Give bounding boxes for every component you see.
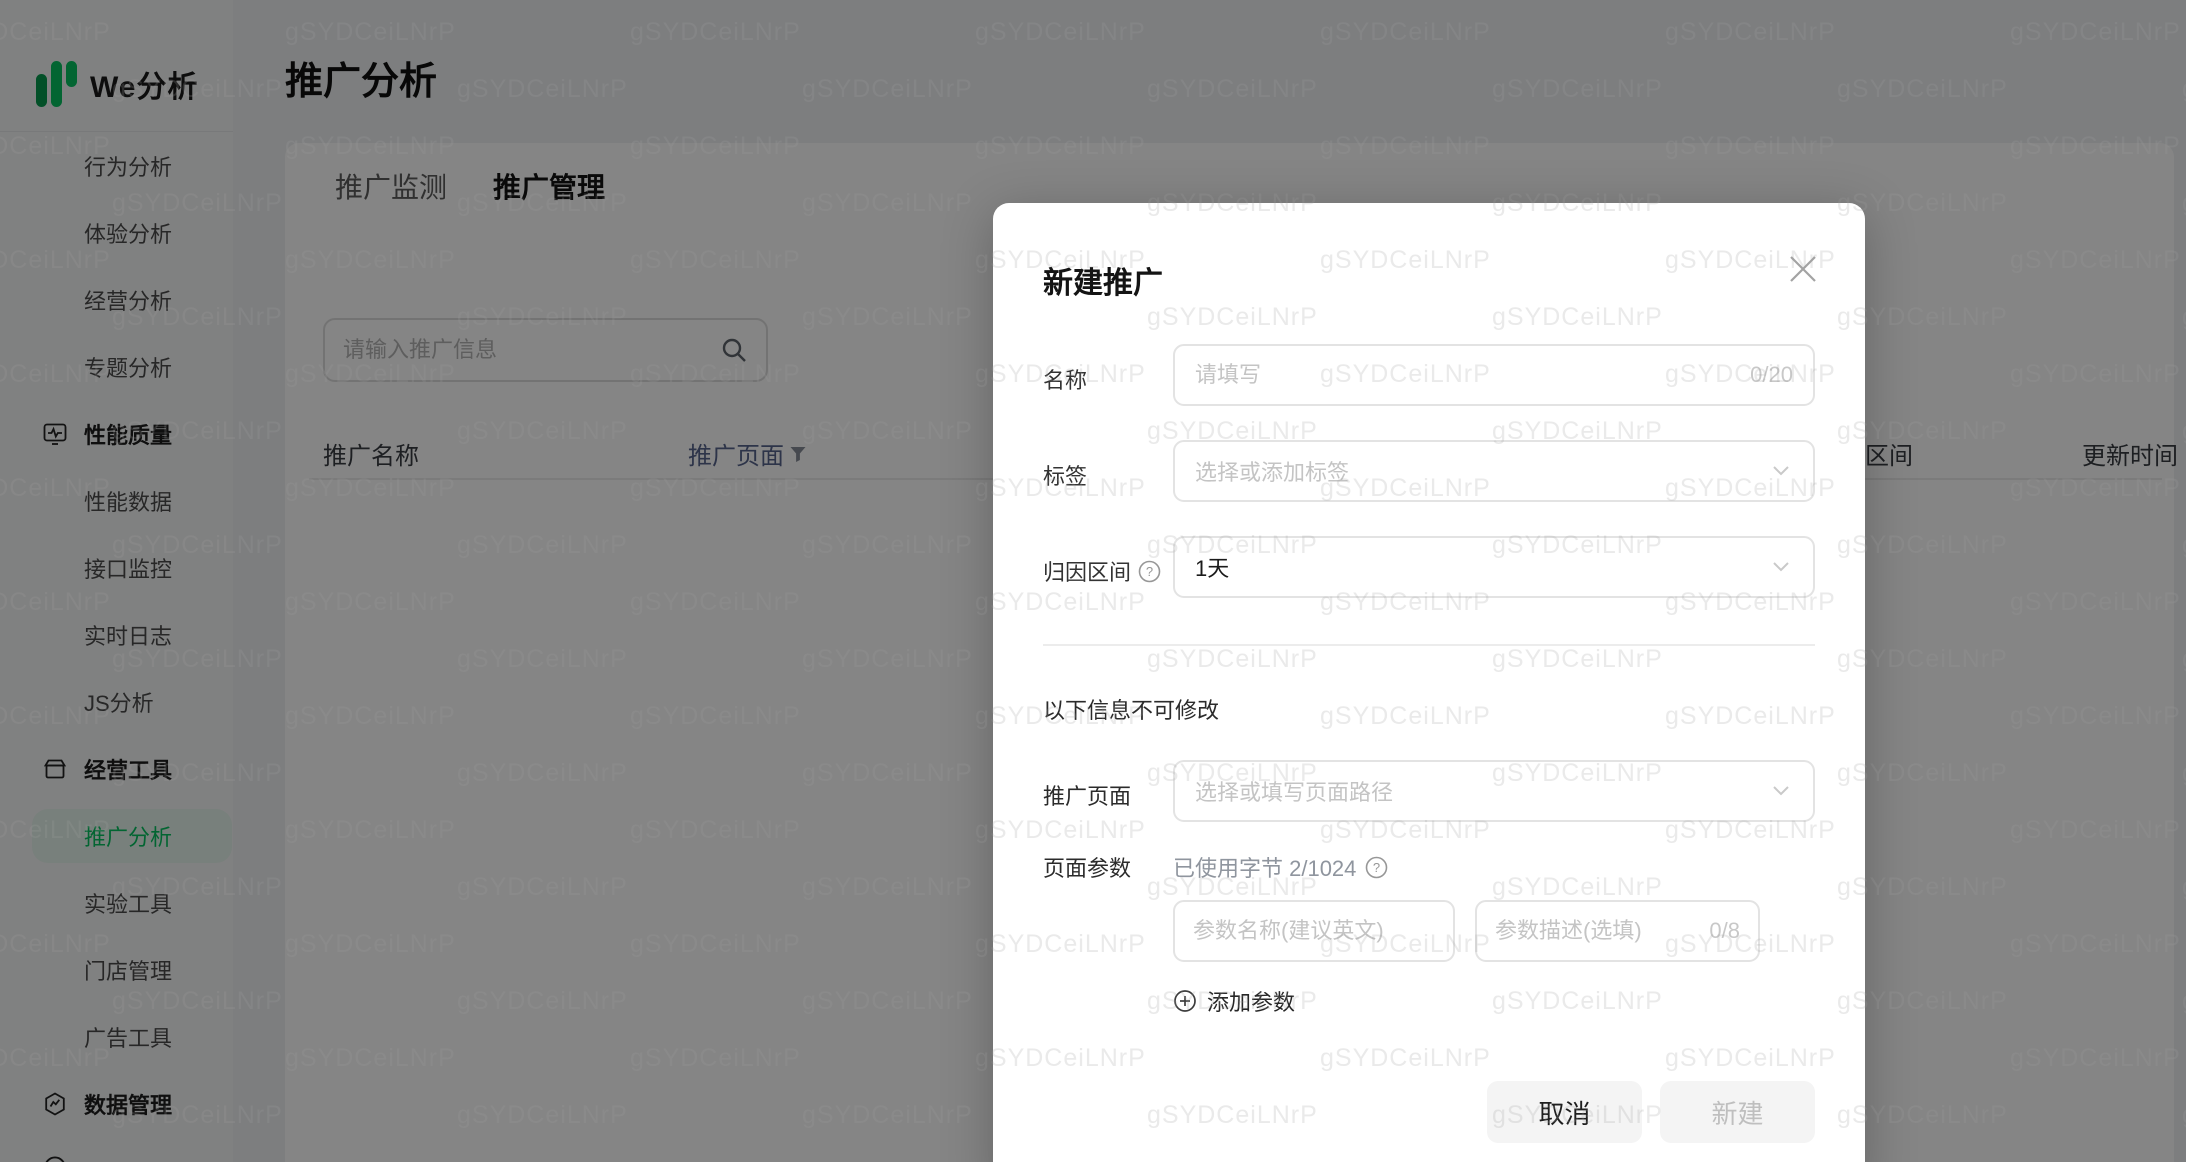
app-window: We分析 行为分析 体验分析 经营分析 专题分析 性能质量 性能数据 接口监控 实时日志 JS分… xyxy=(0,0,2186,1162)
dialog-footer: 取消 新建 xyxy=(1487,1081,1815,1143)
close-icon[interactable] xyxy=(1785,251,1821,287)
page-params-label: 页面参数 xyxy=(1043,856,1132,881)
help-icon[interactable]: ? xyxy=(1138,560,1161,583)
new-promotion-dialog: 新建推广 名称 0/20 标签 选择或添加标签 归因区间 xyxy=(993,203,1865,1162)
create-button[interactable]: 新建 xyxy=(1660,1081,1815,1143)
tag-placeholder: 选择或添加标签 xyxy=(1195,460,1350,485)
dialog-title: 新建推广 xyxy=(1043,267,1163,300)
section-divider xyxy=(1043,644,1815,646)
chevron-down-icon xyxy=(1769,555,1793,579)
chevron-down-icon xyxy=(1769,459,1793,483)
tag-label: 标签 xyxy=(1043,464,1088,489)
param-desc-field: 0/8 xyxy=(1475,900,1760,962)
attribution-label-text: 归因区间 xyxy=(1043,560,1132,585)
char-counter: 0/20 xyxy=(1750,362,1793,387)
add-param-label: 添加参数 xyxy=(1207,990,1296,1015)
promotion-page-label: 推广页面 xyxy=(1043,784,1132,809)
svg-text:?: ? xyxy=(1146,564,1153,579)
help-icon[interactable]: ? xyxy=(1365,856,1388,879)
params-usage: 已使用字节 2/1024 ? xyxy=(1173,851,1388,883)
promotion-page-placeholder: 选择或填写页面路径 xyxy=(1195,780,1394,805)
plus-circle-icon xyxy=(1173,989,1197,1013)
promotion-page-select[interactable]: 选择或填写页面路径 xyxy=(1173,760,1815,822)
name-field: 0/20 xyxy=(1173,344,1815,406)
attribution-select[interactable]: 1天 xyxy=(1173,536,1815,598)
cancel-button[interactable]: 取消 xyxy=(1487,1081,1642,1143)
name-label: 名称 xyxy=(1043,368,1088,393)
chevron-down-icon xyxy=(1769,779,1793,803)
param-name-field xyxy=(1173,900,1455,962)
name-input[interactable] xyxy=(1195,362,1741,388)
add-param-button[interactable]: 添加参数 xyxy=(1173,985,1295,1017)
param-name-input[interactable] xyxy=(1193,918,1435,944)
tag-select[interactable]: 选择或添加标签 xyxy=(1173,440,1815,502)
char-counter: 0/8 xyxy=(1709,918,1740,943)
locked-section-note: 以下信息不可修改 xyxy=(1043,698,1220,723)
param-desc-input[interactable] xyxy=(1495,918,1702,944)
svg-text:?: ? xyxy=(1373,860,1380,875)
attribution-label: 归因区间 ? xyxy=(1043,555,1193,587)
attribution-value: 1天 xyxy=(1195,556,1230,581)
bytes-used-text: 已使用字节 2/1024 xyxy=(1173,856,1357,881)
